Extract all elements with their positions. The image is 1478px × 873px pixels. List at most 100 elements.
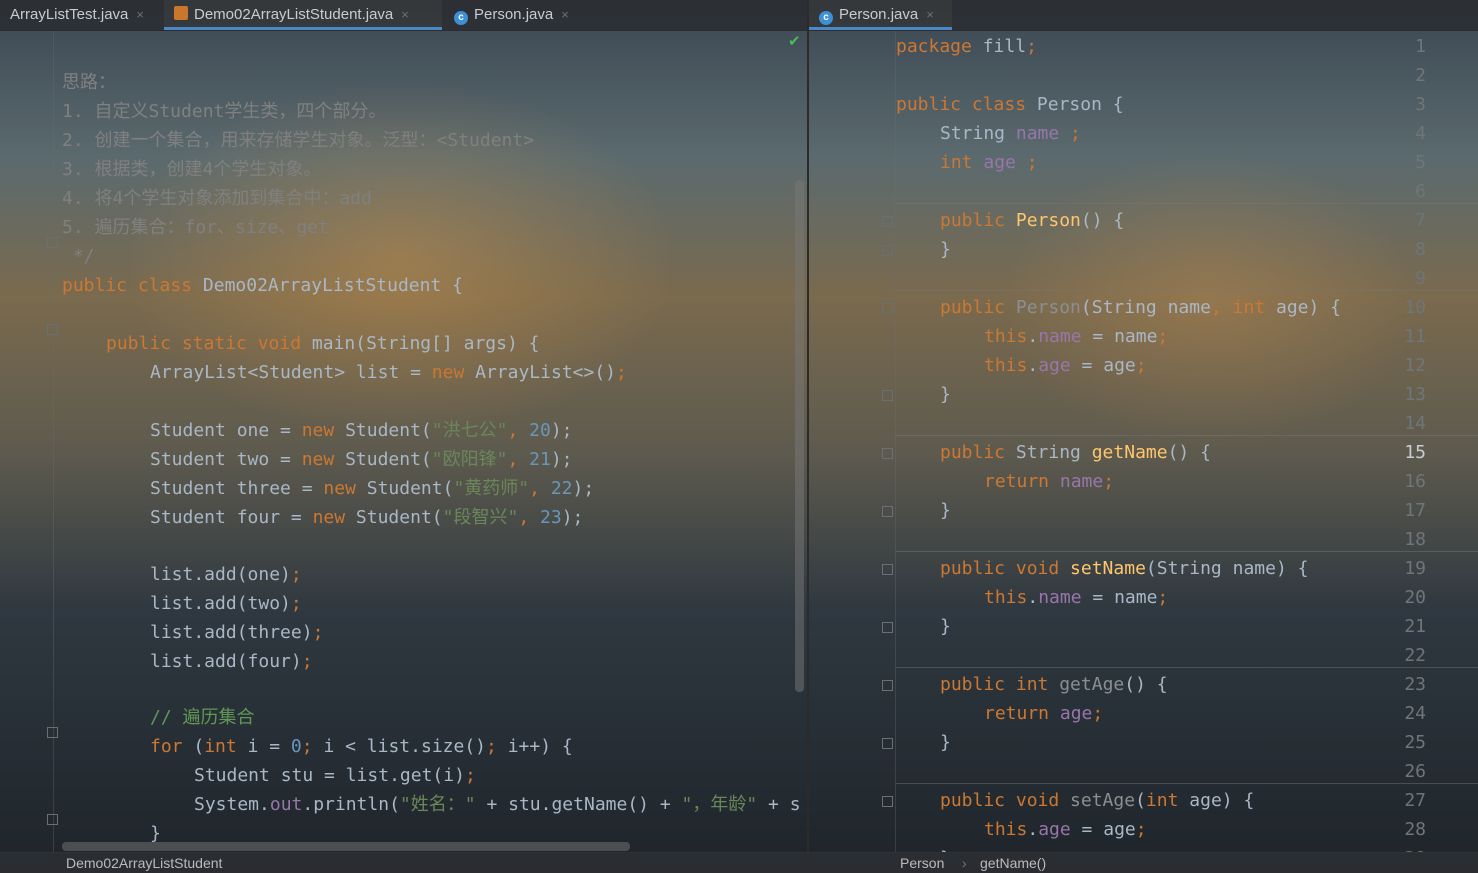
breadcrumb-method[interactable]: getName() — [980, 855, 1046, 871]
tab-person-right[interactable]: c Person.java × — [809, 0, 952, 30]
left-horizontal-scrollbar[interactable] — [62, 842, 630, 851]
code-line[interactable]: public int getAge() { — [940, 670, 1168, 699]
code-token: 2. 创建一个集合，用来存储学生对象。泛型：<Student> — [62, 130, 535, 151]
code-line[interactable]: Student two = new Student("欧阳锋", 21); — [150, 445, 573, 474]
code-line[interactable]: public Person(String name, int age) { — [940, 293, 1341, 322]
code-line[interactable]: return age; — [984, 699, 1103, 728]
code-line[interactable]: public String getName() { — [940, 438, 1211, 467]
left-code-editor[interactable]: 思路： 1. 自定义Student学生类，四个部分。 2. 创建一个集合，用来存储学… — [0, 31, 807, 853]
line-number: 15 — [1404, 442, 1426, 463]
fold-marker-icon[interactable] — [882, 564, 893, 575]
close-tab-icon[interactable]: × — [401, 7, 409, 22]
code-line[interactable]: list.add(three); — [150, 618, 323, 647]
code-line[interactable]: Student four = new Student("段智兴", 23); — [150, 503, 583, 532]
code-token: 22 — [550, 478, 573, 499]
line-number: 2 — [1415, 65, 1426, 86]
code-line[interactable]: list.add(one); — [150, 560, 302, 589]
code-line[interactable]: public Person() { — [940, 206, 1124, 235]
close-tab-icon[interactable]: × — [136, 7, 144, 22]
close-tab-icon[interactable]: × — [926, 7, 934, 22]
fold-marker-icon[interactable] — [882, 738, 893, 749]
left-vertical-scrollbar[interactable] — [795, 180, 804, 692]
class-icon: c — [819, 11, 833, 25]
code-line[interactable]: 3. 根据类，创建4个学生对象。 — [62, 155, 321, 184]
code-line[interactable]: } — [940, 496, 951, 525]
code-token: , — [529, 478, 551, 499]
code-line[interactable]: 5. 遍历集合：for、size、get — [62, 213, 329, 242]
tab-arraylisttest[interactable]: ArrayListTest.java × — [0, 0, 152, 30]
code-token: name — [1038, 326, 1082, 347]
code-token: + s — [757, 794, 801, 815]
inspection-ok-icon[interactable]: ✔ — [788, 32, 801, 50]
right-gutter — [809, 31, 896, 853]
code-token: new — [323, 478, 367, 499]
fold-marker-icon[interactable] — [882, 245, 893, 256]
code-token: getName — [1091, 442, 1168, 463]
code-token: } — [150, 823, 161, 844]
code-line[interactable]: list.add(four); — [150, 647, 313, 676]
code-line[interactable]: System.out.println("姓名：" + stu.getName()… — [194, 790, 801, 819]
code-line[interactable]: for (int i = 0; i < list.size(); i++) { — [150, 732, 573, 761]
code-token: new — [301, 420, 346, 441]
breadcrumb-person[interactable]: Person — [900, 855, 944, 871]
close-tab-icon[interactable]: × — [561, 7, 569, 22]
code-line[interactable]: Student one = new Student("洪七公", 20); — [150, 416, 573, 445]
code-line[interactable]: this.name = name; — [984, 583, 1168, 612]
tab-demo02arrayliststudent[interactable]: Demo02ArrayListStudent.java × — [164, 0, 442, 30]
code-token: new — [312, 507, 356, 528]
code-token: Student three = — [150, 478, 324, 499]
code-line[interactable]: public class Person { — [896, 90, 1124, 119]
code-line[interactable]: package fill; — [896, 32, 1037, 61]
code-line[interactable]: Student stu = list.get(i); — [194, 761, 476, 790]
code-line[interactable]: return name; — [984, 467, 1114, 496]
breadcrumb-class[interactable]: Demo02ArrayListStudent — [66, 855, 222, 871]
fold-marker-icon[interactable] — [882, 506, 893, 517]
code-line[interactable]: this.age = age; — [984, 815, 1147, 844]
code-line[interactable]: public void setName(String name) { — [940, 554, 1308, 583]
code-line[interactable]: } — [940, 728, 951, 757]
fold-marker-icon[interactable] — [882, 448, 893, 459]
code-line[interactable]: public class Demo02ArrayListStudent { — [62, 271, 463, 300]
code-line[interactable]: // 遍历集合 — [150, 703, 255, 732]
code-line[interactable]: list.add(two); — [150, 589, 302, 618]
code-token: setName — [1070, 558, 1146, 579]
method-separator — [896, 203, 1478, 204]
code-line[interactable]: 思路： — [62, 68, 116, 97]
code-line[interactable]: this.age = age; — [984, 351, 1147, 380]
code-line[interactable]: ArrayList<Student> list = new ArrayList<… — [150, 358, 627, 387]
code-token: , — [1210, 297, 1233, 318]
code-line[interactable]: 2. 创建一个集合，用来存储学生对象。泛型：<Student> — [62, 126, 534, 155]
tab-label: Demo02ArrayListStudent.java — [194, 6, 394, 23]
code-line[interactable]: public void setAge(int age) { — [940, 786, 1254, 815]
code-token: ; — [1103, 471, 1115, 492]
tab-person-left[interactable]: c Person.java × — [446, 0, 579, 30]
code-line[interactable]: this.name = name; — [984, 322, 1168, 351]
fold-marker-icon[interactable] — [882, 390, 893, 401]
breadcrumb-bar: Demo02ArrayListStudent Person › getName(… — [0, 852, 1478, 873]
code-line[interactable]: } — [940, 612, 951, 641]
code-line[interactable]: 4. 将4个学生对象添加到集合中：add — [62, 184, 372, 213]
code-token: i < list.size() — [323, 736, 487, 757]
fold-marker-icon[interactable] — [882, 303, 893, 314]
code-line[interactable]: } — [940, 380, 951, 409]
code-line[interactable]: */ — [62, 242, 95, 271]
code-line[interactable]: 1. 自定义Student学生类，四个部分。 — [62, 97, 386, 126]
tab-label: ArrayListTest.java — [10, 6, 129, 23]
code-token: // 遍历集合 — [150, 707, 255, 728]
right-editor-tabbar: c Person.java × — [809, 0, 1478, 31]
code-token: 1. 自定义Student学生类，四个部分。 — [62, 101, 387, 122]
class-icon: c — [454, 11, 468, 25]
fold-marker-icon[interactable] — [882, 216, 893, 227]
code-line[interactable]: } — [940, 235, 951, 264]
fold-marker-icon[interactable] — [882, 796, 893, 807]
code-line[interactable]: public static void main(String[] args) { — [106, 329, 539, 358]
code-line[interactable]: Student three = new Student("黄药师", 22); — [150, 474, 594, 503]
code-line[interactable]: int age ; — [940, 148, 1038, 177]
right-code-editor[interactable]: 1 package fill; 2 3 public class Person {4 St… — [809, 31, 1478, 853]
code-token: new — [301, 449, 346, 470]
code-line[interactable]: String name ; — [940, 119, 1081, 148]
line-number: 11 — [1404, 326, 1426, 347]
fold-marker-icon[interactable] — [882, 622, 893, 633]
fold-marker-icon[interactable] — [882, 680, 893, 691]
code-token: age) { — [1275, 297, 1342, 318]
